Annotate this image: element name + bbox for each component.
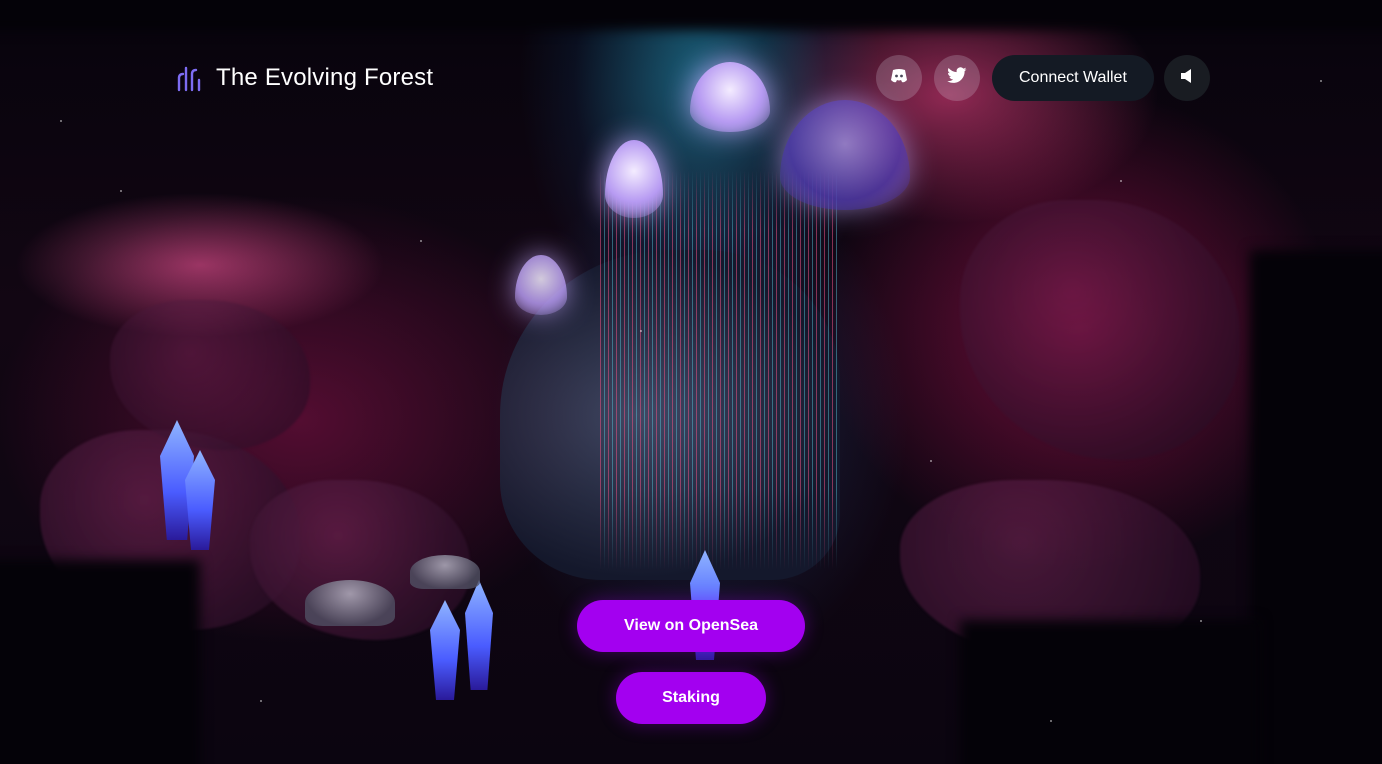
- mushroom: [305, 580, 395, 626]
- speaker-icon: [1180, 68, 1194, 89]
- glowing-flower: [780, 100, 910, 210]
- cave-rock: [110, 300, 310, 450]
- connect-wallet-button[interactable]: Connect Wallet: [992, 55, 1154, 101]
- glowing-flower: [605, 140, 663, 218]
- mushroom: [410, 555, 480, 589]
- sparkle: [1050, 720, 1052, 722]
- shadow-edge: [0, 0, 1382, 30]
- glowing-flower: [515, 255, 567, 315]
- sparkle: [120, 190, 122, 192]
- sparkle: [420, 240, 422, 242]
- header-actions: Connect Wallet: [876, 55, 1210, 101]
- shadow-edge: [0, 560, 200, 764]
- glowing-flower: [690, 62, 770, 132]
- shadow-edge: [960, 620, 1260, 764]
- sparkle: [260, 700, 262, 702]
- site-title: The Evolving Forest: [216, 64, 434, 91]
- view-on-opensea-button[interactable]: View on OpenSea: [577, 600, 805, 652]
- sparkle: [1120, 180, 1122, 182]
- sparkle: [1200, 620, 1202, 622]
- tendril-logo-icon: [175, 64, 202, 92]
- glowing-crystal: [465, 580, 493, 690]
- hanging-tendrils: [600, 170, 840, 570]
- sparkle: [640, 330, 642, 332]
- staking-button[interactable]: Staking: [616, 672, 766, 724]
- cave-rock: [960, 200, 1240, 460]
- sparkle: [60, 120, 62, 122]
- sparkle: [930, 460, 932, 462]
- twitter-icon: [947, 67, 967, 89]
- shadow-edge: [1250, 250, 1382, 764]
- sparkle: [1320, 80, 1322, 82]
- sound-toggle-button[interactable]: [1163, 55, 1210, 101]
- discord-button[interactable]: [876, 55, 922, 101]
- twitter-button[interactable]: [934, 55, 980, 101]
- site-logo[interactable]: The Evolving Forest: [175, 64, 433, 92]
- discord-icon: [890, 68, 908, 89]
